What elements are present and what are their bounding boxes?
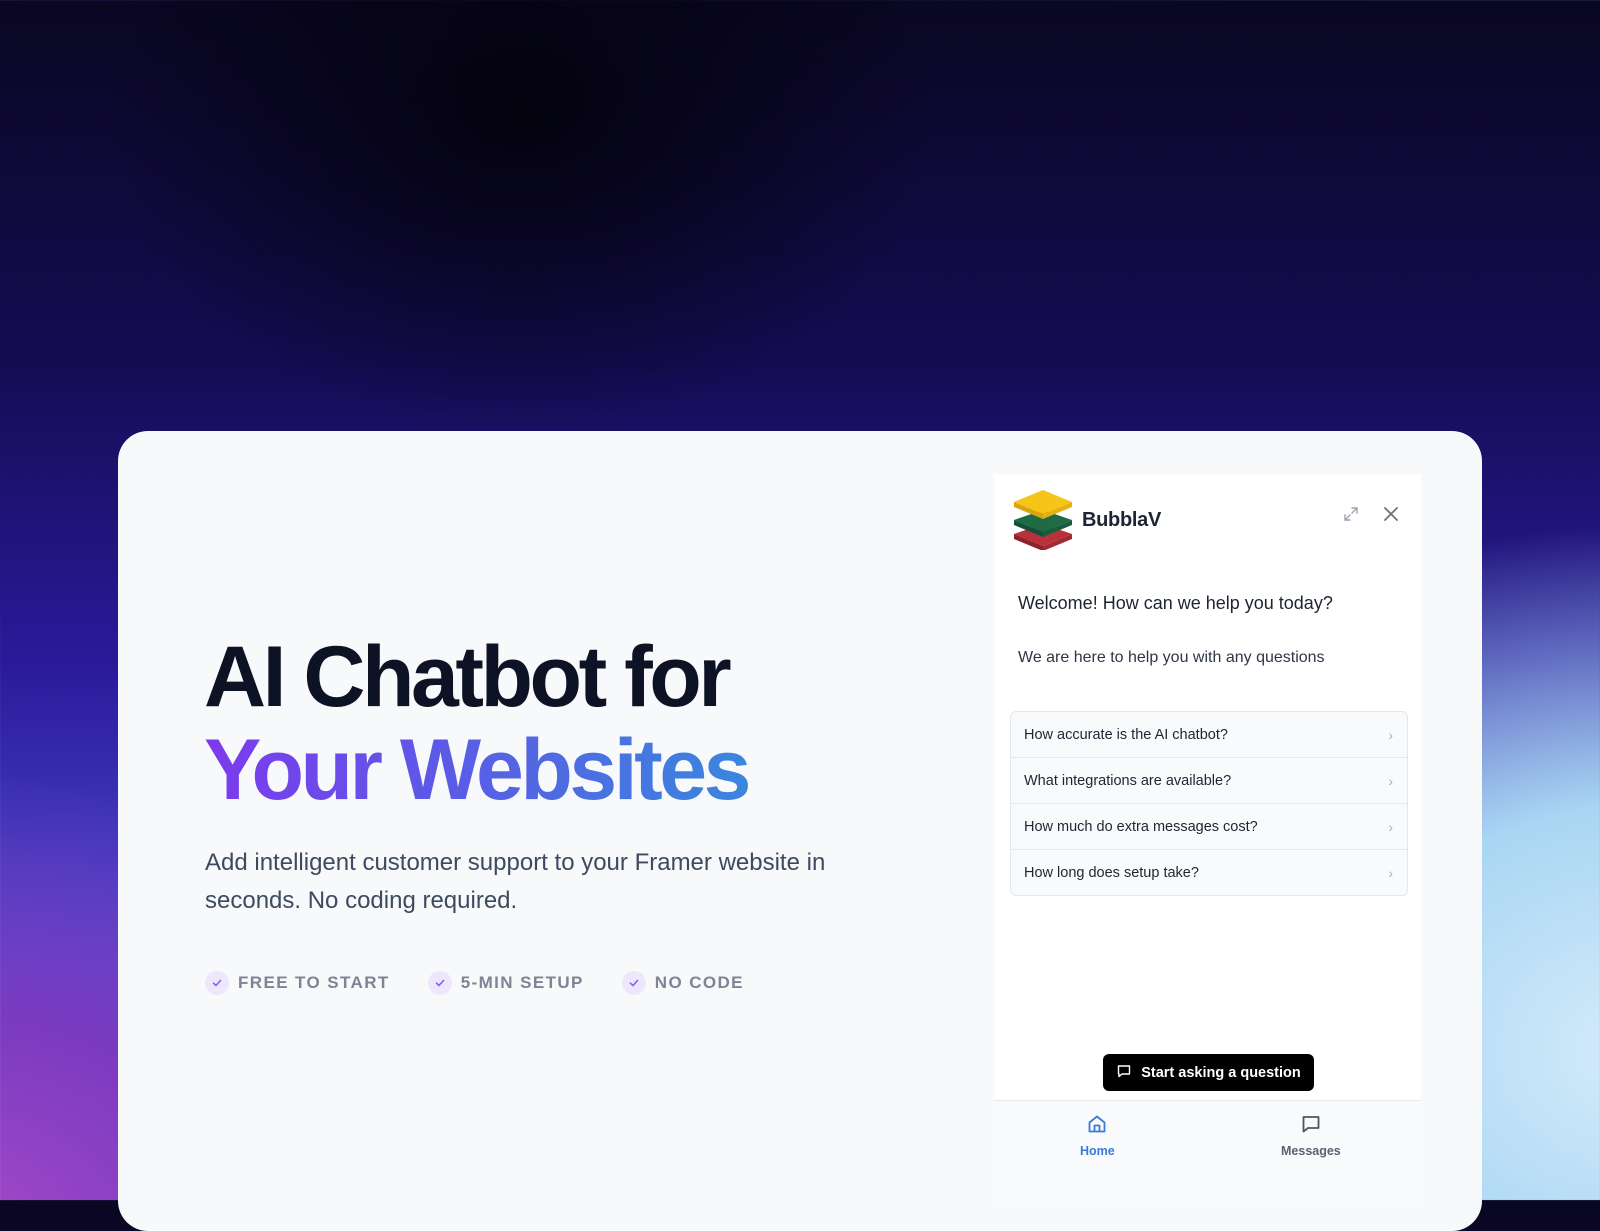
faq-item[interactable]: How long does setup take? ›: [1011, 850, 1407, 895]
chevron-right-icon: ›: [1388, 726, 1393, 743]
feature-label: FREE TO START: [238, 973, 390, 992]
feature-label: 5-MIN SETUP: [460, 973, 584, 992]
faq-list: How accurate is the AI chatbot? › What i…: [1010, 711, 1408, 896]
faq-item[interactable]: What integrations are available? ›: [1011, 758, 1407, 804]
start-question-label: Start asking a question: [1141, 1064, 1301, 1081]
faq-question: How long does setup take?: [1024, 864, 1199, 881]
expand-icon[interactable]: [1341, 504, 1361, 524]
helper-text: We are here to help you with any questio…: [1018, 649, 1325, 666]
feature-label: NO CODE: [654, 973, 744, 992]
brand-logo: [1012, 486, 1074, 555]
hero-title: AI Chatbot for Your Websites: [204, 629, 751, 818]
feature-item: NO CODE: [621, 971, 744, 995]
hero-subtitle: Add intelligent customer support to your…: [205, 849, 826, 914]
faq-item[interactable]: How much do extra messages cost? ›: [1011, 804, 1407, 850]
nav-home-label: Home: [1080, 1144, 1115, 1158]
widget-header: BubblaV: [1012, 486, 1161, 555]
chevron-right-icon: ›: [1388, 818, 1393, 835]
chat-icon: [1116, 1063, 1132, 1083]
hero-title-line2: Your Websites: [204, 722, 751, 818]
messages-icon: [1300, 1113, 1322, 1138]
nav-messages-label: Messages: [1281, 1144, 1341, 1158]
brand-name: BubblaV: [1082, 509, 1162, 531]
check-icon: [427, 971, 452, 995]
check-icon: [621, 971, 646, 995]
close-icon[interactable]: [1381, 504, 1401, 524]
nav-home[interactable]: Home: [1080, 1113, 1115, 1158]
welcome-message: Welcome! How can we help you today?: [1018, 593, 1333, 613]
chevron-right-icon: ›: [1388, 772, 1393, 789]
widget-bottom-nav: Home Messages: [994, 1100, 1421, 1201]
check-icon: [205, 971, 229, 995]
faq-item[interactable]: How accurate is the AI chatbot? ›: [1011, 712, 1407, 758]
feature-item: 5-MIN SETUP: [427, 971, 584, 995]
chat-widget: BubblaV Welcome! How can we help you tod…: [994, 474, 1421, 1201]
widget-actions: [1341, 504, 1401, 524]
hero-title-line1: AI Chatbot for: [204, 629, 732, 725]
faq-question: How accurate is the AI chatbot?: [1024, 726, 1228, 743]
chevron-right-icon: ›: [1388, 864, 1393, 881]
feature-list: FREE TO START 5-MIN SETUP NO CODE: [205, 971, 744, 995]
feature-item: FREE TO START: [205, 971, 390, 995]
home-icon: [1086, 1113, 1108, 1138]
hero-title-gradient-text: Your Websites: [204, 722, 751, 818]
faq-question: What integrations are available?: [1024, 772, 1232, 789]
faq-question: How much do extra messages cost?: [1024, 818, 1258, 835]
nav-messages[interactable]: Messages: [1281, 1113, 1341, 1158]
start-question-button[interactable]: Start asking a question: [1103, 1054, 1314, 1091]
